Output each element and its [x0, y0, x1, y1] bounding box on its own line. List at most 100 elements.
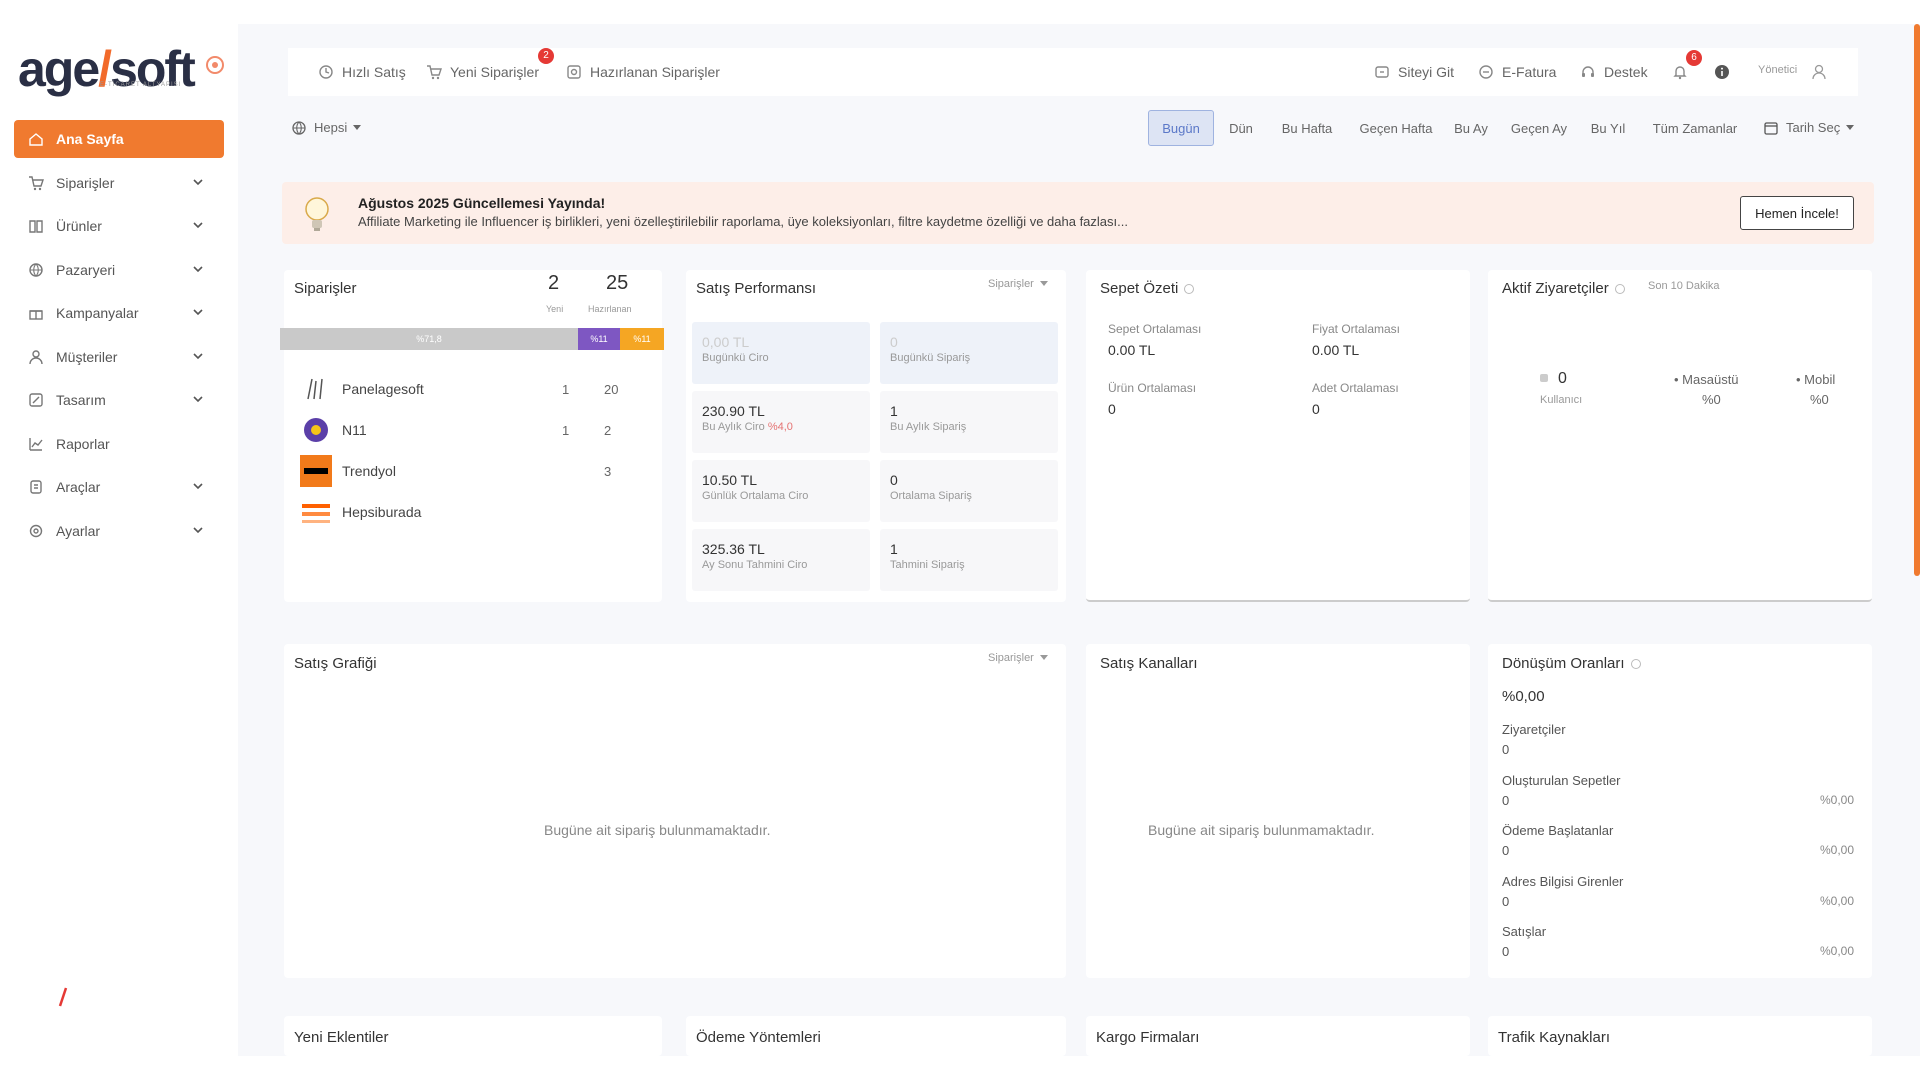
sales-metric: 1 Bu Aylık Sipariş: [880, 391, 1058, 453]
sales-metric: 0,00 TL Bugünkü Ciro: [692, 322, 870, 384]
visitor-count-label: Kullanıcı: [1540, 394, 1583, 406]
mobile-value: %0: [1810, 392, 1829, 407]
sales-metric-label: Bu Aylık Sipariş: [890, 421, 967, 433]
sidebar-item-label: Müşteriler: [56, 348, 118, 365]
conversion-row-percent: %0,00: [1820, 893, 1855, 908]
marketplace-row[interactable]: Hepsiburada: [300, 495, 421, 529]
date-tab[interactable]: Geçen Ay: [1504, 110, 1574, 146]
user-name[interactable]: Yönetici: [1758, 64, 1797, 76]
e-invoice-link[interactable]: E-Fatura: [1478, 48, 1556, 96]
cart-metric-label: Ürün Ortalaması: [1108, 381, 1197, 395]
orders-prep-count: 25: [606, 272, 629, 294]
page-scrollbar[interactable]: [1914, 24, 1920, 576]
sales-performance-dropdown[interactable]: Siparişler: [988, 278, 1048, 290]
sidebar-item-ürünler[interactable]: Ürünler: [14, 207, 224, 245]
sales-metric: 1 Tahmini Sipariş: [880, 529, 1058, 591]
sales-chart-dropdown[interactable]: Siparişler: [988, 652, 1048, 664]
sidebar-item-araçlar[interactable]: Araçlar: [14, 468, 224, 506]
sidebar-item-siparişler[interactable]: Siparişler: [14, 164, 224, 202]
conversion-title: Dönüşüm Oranları: [1502, 655, 1641, 672]
globe-icon: [292, 120, 306, 135]
sidebar-item-müşteriler[interactable]: Müşteriler: [14, 338, 224, 376]
marketplace-row[interactable]: Trendyol: [300, 454, 396, 488]
info-icon[interactable]: [1714, 64, 1730, 80]
invoice-icon: [1478, 64, 1494, 80]
sales-metric-value: 0: [890, 472, 898, 488]
user-dot-icon: [1540, 374, 1548, 382]
sales-performance-title: Satış Performansı: [696, 280, 817, 297]
sales-metric-value: 230.90 TL: [702, 403, 765, 419]
chevron-down-icon[interactable]: [192, 393, 204, 405]
quick-sale-icon: [318, 64, 334, 80]
sales-chart-title: Satış Grafiği: [294, 655, 377, 672]
sales-chart-empty-message: Bugüne ait sipariş bulunmamaktadır.: [544, 822, 771, 838]
date-tab[interactable]: Dün: [1216, 110, 1266, 146]
sidebar-item-pazaryeri[interactable]: Pazaryeri: [14, 251, 224, 289]
support-link[interactable]: Destek: [1580, 48, 1648, 96]
date-tab[interactable]: Tüm Zamanlar: [1642, 110, 1748, 146]
active-visitors-title: Aktif Ziyaretçiler: [1502, 280, 1625, 297]
sales-channels-card: [1086, 644, 1470, 978]
active-visitors-tag: Son 10 Dakika: [1648, 280, 1720, 292]
conversion-row-value: 0: [1502, 944, 1510, 959]
date-tab[interactable]: Bu Yıl: [1582, 110, 1634, 146]
sidebar-footer-mark: [58, 986, 68, 1008]
sidebar-item-ayarlar[interactable]: Ayarlar: [14, 512, 224, 550]
date-picker[interactable]: Tarih Seç: [1764, 120, 1855, 135]
support-label: Destek: [1604, 64, 1648, 80]
marketplace-row[interactable]: Panelagesoft: [300, 372, 424, 406]
marketplace-new-count: 1: [562, 382, 570, 397]
new-orders-link[interactable]: Yeni Siparişler: [426, 48, 539, 96]
sales-chart-dropdown-label: Siparişler: [988, 652, 1034, 664]
sales-metric-value: 1: [890, 541, 898, 557]
globe-icon: [28, 262, 44, 278]
sales-metric-value: 0: [890, 334, 898, 350]
banner-cta-button[interactable]: Hemen İncele!: [1740, 196, 1854, 230]
conversion-row-value: 0: [1502, 843, 1510, 858]
orders-bar-segment: %11: [620, 328, 664, 350]
chevron-down-icon[interactable]: [192, 306, 204, 318]
sales-metric-label: Bugünkü Sipariş: [890, 352, 971, 364]
sidebar-item-tasarım[interactable]: Tasarım: [14, 381, 224, 419]
sidebar-toggle-icon[interactable]: [206, 56, 224, 74]
bell-icon[interactable]: [1672, 64, 1688, 80]
lightbulb-icon: [302, 194, 332, 234]
marketplace-name: N11: [342, 422, 367, 438]
calendar-icon: [1764, 121, 1778, 135]
chevron-down-icon[interactable]: [192, 176, 204, 188]
sidebar-item-kampanyalar[interactable]: Kampanyalar: [14, 294, 224, 332]
cart-metric: Sepet Ortalaması 0.00 TL: [1108, 322, 1201, 358]
sidebar-item-raporlar[interactable]: Raporlar: [14, 425, 224, 463]
date-tab[interactable]: Geçen Hafta: [1350, 110, 1442, 146]
sales-metric: 0 Bugünkü Sipariş: [880, 322, 1058, 384]
chevron-down-icon[interactable]: [192, 350, 204, 362]
date-tab[interactable]: Bu Ay: [1446, 110, 1496, 146]
go-site-link[interactable]: Siteyi Git: [1374, 48, 1454, 96]
date-tab[interactable]: Bugün: [1148, 110, 1214, 146]
sales-channels-empty-message: Bugüne ait sipariş bulunmamaktadır.: [1148, 822, 1375, 838]
sales-metric: 325.36 TL Ay Sonu Tahmini Ciro: [692, 529, 870, 591]
cart-summary-card: [1086, 270, 1470, 602]
sales-metric-label: Bu Aylık Ciro %4,0: [702, 421, 793, 433]
date-tab[interactable]: Bu Hafta: [1270, 110, 1344, 146]
cart-metric-label: Adet Ortalaması: [1312, 381, 1399, 395]
sales-chart-card: [284, 644, 1066, 978]
orders-new-count: 2: [548, 272, 560, 294]
user-icon[interactable]: [1812, 64, 1826, 80]
marketplace-name: Trendyol: [342, 463, 396, 479]
quick-sale-link[interactable]: Hızlı Satış: [318, 48, 406, 96]
prepared-orders-link[interactable]: Hazırlanan Siparişler: [566, 48, 720, 96]
marketplace-row[interactable]: N11: [300, 413, 367, 447]
conversion-row-label: Satışlar: [1502, 924, 1547, 939]
scope-select[interactable]: Hepsi: [292, 120, 362, 135]
chevron-down-icon[interactable]: [192, 480, 204, 492]
chevron-down-icon[interactable]: [192, 263, 204, 275]
chevron-down-icon[interactable]: [192, 524, 204, 536]
marketplace-logo-icon: [300, 414, 332, 446]
chevron-down-icon: [1039, 281, 1048, 287]
cart-metric-value: 0.00 TL: [1108, 342, 1156, 358]
chevron-down-icon[interactable]: [192, 219, 204, 231]
marketplace-logo-icon: [300, 373, 332, 405]
sidebar-item-anasayfa[interactable]: Ana Sayfa: [14, 120, 224, 158]
brand-logo[interactable]: age/soft: [18, 40, 196, 98]
